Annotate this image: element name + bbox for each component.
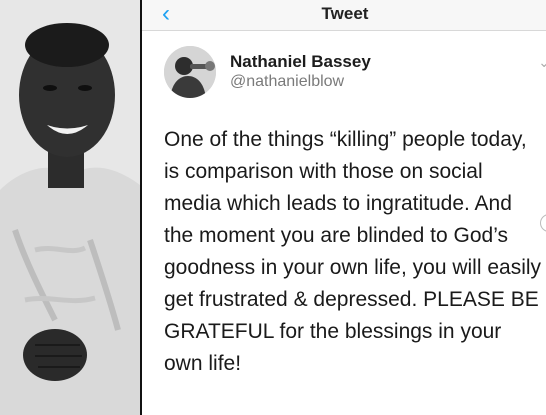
navigation-bar: ‹ Tweet [142,0,546,31]
portrait-image [0,0,140,415]
page-title: Tweet [321,4,369,23]
portrait-photo [0,0,140,415]
chevron-down-icon[interactable]: ⌄ [538,54,546,71]
avatar-image [164,46,216,98]
tweet-panel: ‹ Tweet Nathaniel Bassey @nathanielblow … [140,0,546,415]
author-name[interactable]: Nathaniel Bassey [230,52,371,72]
avatar[interactable] [164,46,216,98]
tweet-text: One of the things “killing” people today… [164,128,542,375]
author-handle[interactable]: @nathanielblow [230,73,344,91]
